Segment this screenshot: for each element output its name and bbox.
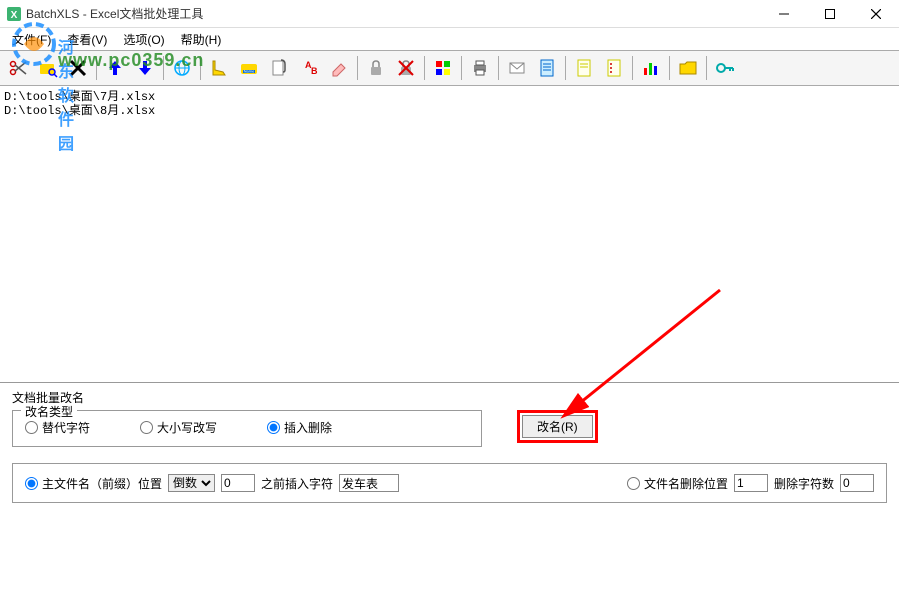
rename-type-group: 改名类型 替代字符 大小写改写 插入删除	[12, 410, 482, 447]
window-title: BatchXLS - Excel文档批处理工具	[26, 5, 761, 22]
menu-options[interactable]: 选项(O)	[115, 29, 172, 50]
menu-help[interactable]: 帮助(H)	[173, 29, 230, 50]
maximize-button[interactable]	[807, 0, 853, 28]
panel-title: 文档批量改名	[12, 389, 887, 406]
document-lines-icon[interactable]	[533, 54, 561, 82]
menu-view[interactable]: 查看(V)	[59, 29, 115, 50]
arrow-down-icon[interactable]	[131, 54, 159, 82]
titlebar: X BatchXLS - Excel文档批处理工具	[0, 0, 899, 28]
main-prefix-label: 主文件名（前缀）位置	[42, 475, 162, 492]
sheet-list-icon[interactable]	[600, 54, 628, 82]
name-tag-icon[interactable]: Name	[235, 54, 263, 82]
close-button[interactable]	[853, 0, 899, 28]
scissors-icon[interactable]	[4, 54, 32, 82]
file-item[interactable]: D:\tools\桌面\7月.xlsx	[4, 90, 895, 104]
folder-yellow-icon[interactable]	[674, 54, 702, 82]
palette-icon[interactable]	[429, 54, 457, 82]
radio-delete-pos[interactable]: 文件名删除位置	[627, 475, 728, 492]
folder-search-icon[interactable]	[34, 54, 62, 82]
bars-chart-icon[interactable]	[637, 54, 665, 82]
radio-insert-delete[interactable]: 插入删除	[267, 419, 332, 436]
delete-x-icon[interactable]	[64, 54, 92, 82]
boot-icon[interactable]	[205, 54, 233, 82]
delete-pos-input[interactable]	[734, 474, 768, 492]
key-icon[interactable]	[711, 54, 739, 82]
eraser-icon[interactable]	[325, 54, 353, 82]
lock-icon[interactable]	[362, 54, 390, 82]
menu-file[interactable]: 文件(F)	[4, 29, 59, 50]
radio-replace[interactable]: 替代字符	[25, 419, 90, 436]
sheet-yellow-icon[interactable]	[570, 54, 598, 82]
arrow-up-icon[interactable]	[101, 54, 129, 82]
attachment-icon[interactable]	[265, 54, 293, 82]
reverse-select[interactable]: 倒数	[168, 474, 215, 492]
position-input[interactable]	[221, 474, 255, 492]
file-list[interactable]: D:\tools\桌面\7月.xlsx D:\tools\桌面\8月.xlsx	[0, 86, 899, 382]
options-group: 主文件名（前缀）位置 倒数 之前插入字符 文件名删除位置 删除字符数	[12, 463, 887, 503]
ab-text-icon[interactable]: AB	[295, 54, 323, 82]
svg-text:X: X	[11, 10, 18, 21]
svg-text:B: B	[311, 66, 318, 76]
file-item[interactable]: D:\tools\桌面\8月.xlsx	[4, 104, 895, 118]
insert-text-input[interactable]	[339, 474, 399, 492]
printer-icon[interactable]	[466, 54, 494, 82]
menubar: 文件(F) 查看(V) 选项(O) 帮助(H)	[0, 28, 899, 50]
radio-main-prefix[interactable]: 主文件名（前缀）位置	[25, 475, 162, 492]
mail-icon[interactable]	[503, 54, 531, 82]
rename-button[interactable]: 改名(R)	[522, 415, 593, 438]
svg-text:Name: Name	[244, 69, 255, 74]
rename-panel: 文档批量改名 改名类型 替代字符 大小写改写 插入删除 主文件名（前缀）位置	[0, 382, 899, 509]
globe-icon[interactable]	[168, 54, 196, 82]
radio-case-label: 大小写改写	[157, 419, 217, 436]
group-label: 改名类型	[21, 403, 77, 420]
toolbar: Name AB	[0, 50, 899, 86]
app-icon: X	[6, 6, 22, 22]
lock-cross-icon[interactable]	[392, 54, 420, 82]
rename-button-highlight: 改名(R)	[517, 410, 598, 443]
delete-pos-label: 文件名删除位置	[644, 475, 728, 492]
delete-count-input[interactable]	[840, 474, 874, 492]
radio-insert-label: 插入删除	[284, 419, 332, 436]
minimize-button[interactable]	[761, 0, 807, 28]
window-controls	[761, 0, 899, 27]
delete-count-label: 删除字符数	[774, 475, 834, 492]
radio-replace-label: 替代字符	[42, 419, 90, 436]
insert-before-label: 之前插入字符	[261, 475, 333, 492]
radio-case[interactable]: 大小写改写	[140, 419, 217, 436]
